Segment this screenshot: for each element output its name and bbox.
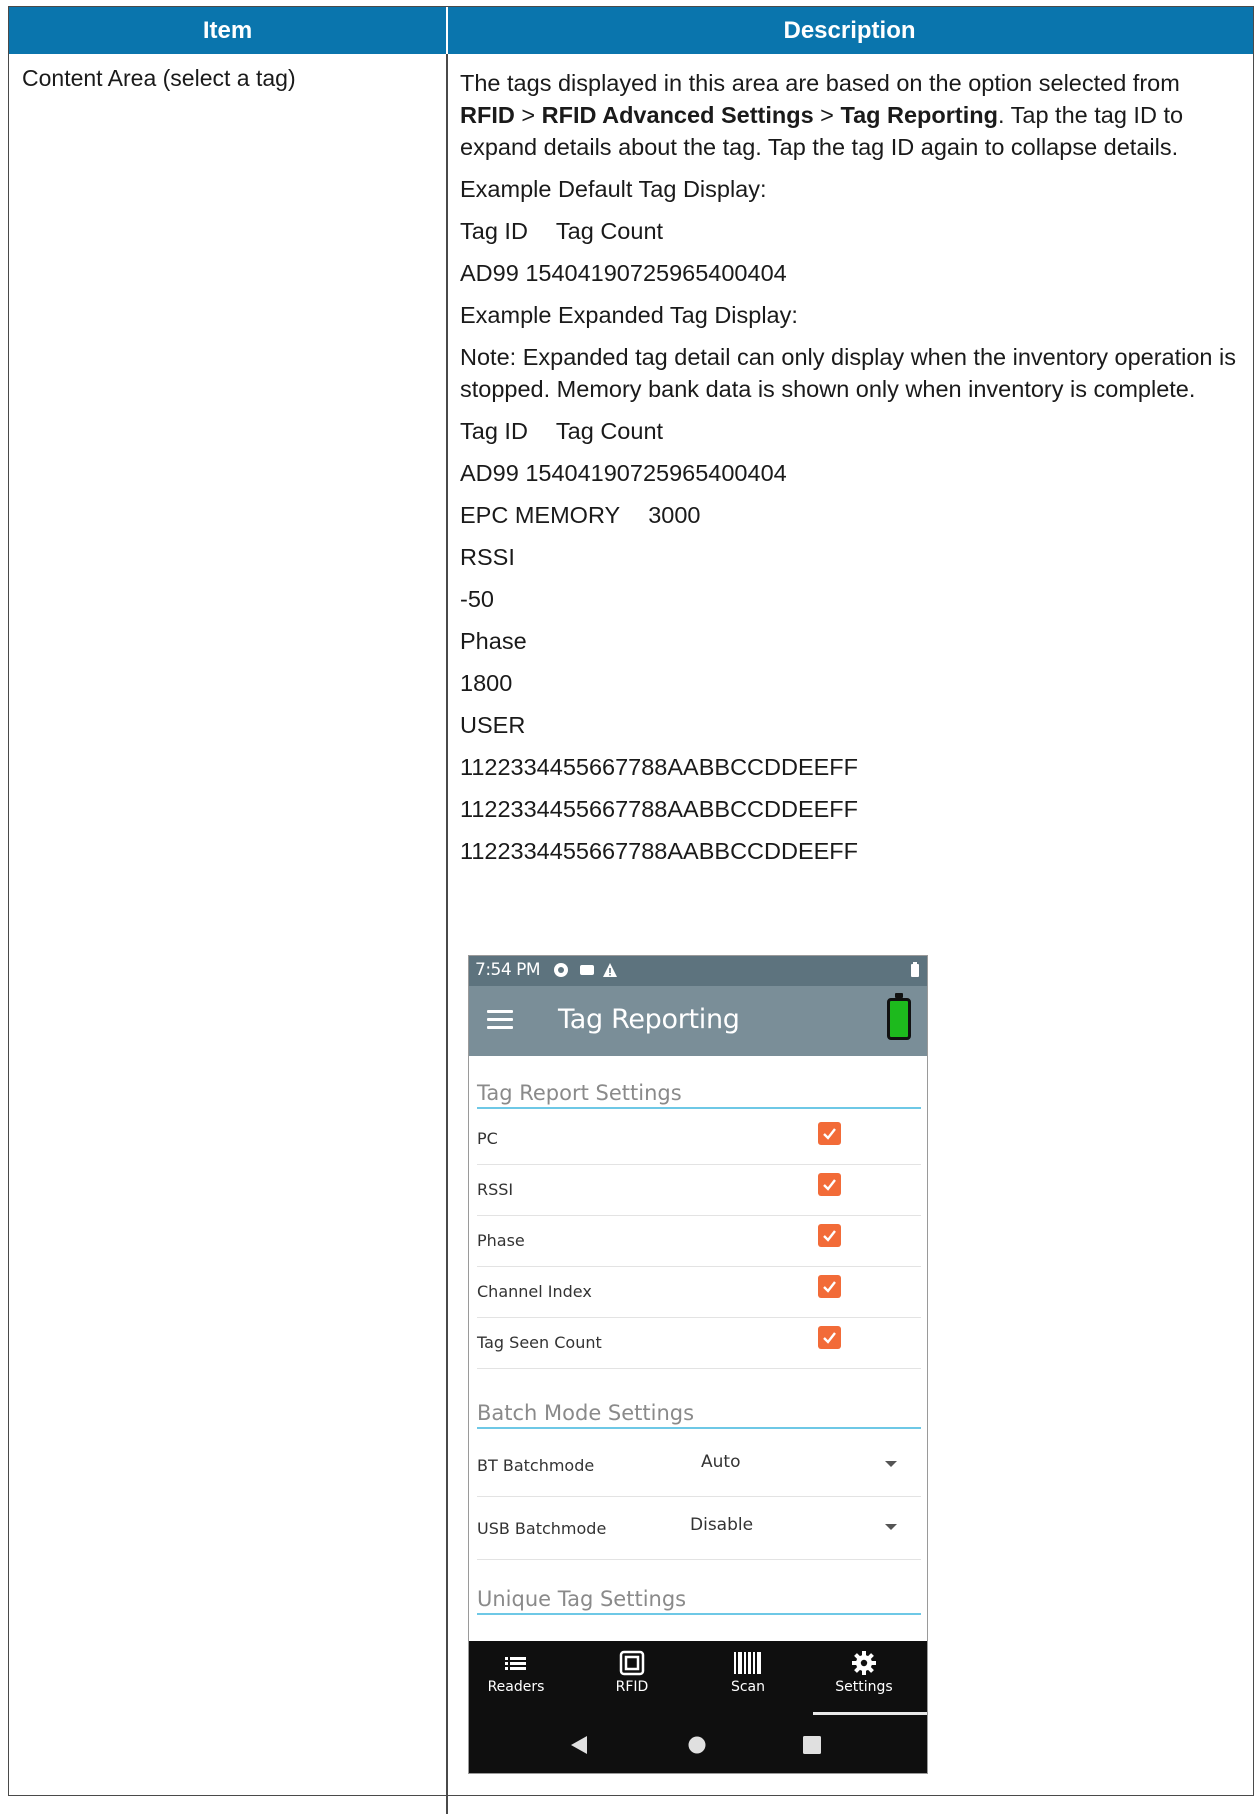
sync-icon	[554, 963, 568, 977]
bottom-navigation: Readers RFID Scan Settings	[469, 1641, 927, 1717]
intro-sep-1: >	[514, 102, 542, 128]
epc-value: 3000	[648, 502, 701, 528]
user-label: USER	[460, 712, 526, 738]
app-title: Tag Reporting	[558, 1004, 740, 1035]
header-item: Item	[202, 17, 253, 44]
back-icon[interactable]	[569, 1735, 589, 1755]
status-bar: 7:54 PM	[469, 956, 927, 986]
default-tag-id-label: Tag ID	[460, 218, 528, 244]
user-line-2: 1122334455667788AABBCCDDEEFF	[460, 796, 859, 822]
item-cell: Content Area (select a tag)	[22, 65, 296, 91]
chevron-down-icon[interactable]	[885, 1524, 897, 1530]
phase-value: 1800	[460, 670, 513, 696]
intro-bold-tag-reporting: Tag Reporting	[840, 102, 998, 128]
rssi-label: RSSI	[460, 544, 515, 570]
section-unique-tag-settings: Unique Tag Settings	[477, 1587, 921, 1615]
phone-screenshot: 7:54 PM Tag Reporting Tag Report Setting…	[468, 955, 928, 1774]
check-icon	[823, 1179, 836, 1191]
nav-label: Scan	[730, 1679, 766, 1695]
epc-line: EPC MEMORY 3000	[460, 499, 1240, 531]
intro-text-1: The tags displayed in this area are base…	[460, 70, 1180, 96]
menu-icon[interactable]	[487, 1010, 513, 1030]
example-default-label: Example Default Tag Display:	[460, 176, 767, 202]
home-icon[interactable]	[688, 1736, 706, 1754]
setting-row-pc[interactable]: PC	[477, 1113, 921, 1165]
setting-row-phase[interactable]: Phase	[477, 1215, 921, 1267]
rssi-value: -50	[460, 586, 494, 612]
setting-row-bt-batchmode[interactable]: BT Batchmode Auto	[477, 1434, 921, 1497]
setting-row-usb-batchmode[interactable]: USB Batchmode Disable	[477, 1497, 921, 1560]
checkbox-checked[interactable]	[818, 1122, 841, 1145]
description-cell: The tags displayed in this area are base…	[460, 67, 1240, 877]
default-header-line: Tag ID Tag Count	[460, 215, 1240, 247]
header-divider	[446, 7, 448, 54]
setting-label: Channel Index	[477, 1282, 592, 1301]
status-battery-icon	[911, 962, 919, 977]
checkbox-checked[interactable]	[818, 1173, 841, 1196]
check-icon	[823, 1230, 836, 1242]
note-paragraph: Note: Expanded tag detail can only displ…	[460, 344, 1236, 402]
recents-icon[interactable]	[803, 1736, 821, 1754]
checkbox-checked[interactable]	[818, 1275, 841, 1298]
nav-label: Settings	[835, 1679, 893, 1695]
message-icon	[580, 965, 594, 975]
default-tag-count-label: Tag Count	[555, 218, 664, 244]
warning-icon	[603, 963, 617, 977]
nav-label: RFID	[615, 1679, 649, 1695]
setting-label: Tag Seen Count	[477, 1333, 602, 1352]
nav-label: Readers	[487, 1679, 545, 1695]
intro-sep-2: >	[813, 102, 841, 128]
header-description: Description	[783, 17, 916, 44]
setting-label: PC	[477, 1129, 498, 1148]
setting-label: Phase	[477, 1231, 525, 1250]
checkbox-checked[interactable]	[818, 1326, 841, 1349]
expanded-tag-id-label: Tag ID	[460, 418, 528, 444]
expanded-tag-count-label: Tag Count	[555, 418, 664, 444]
app-bar: Tag Reporting	[469, 986, 927, 1056]
description-table: Item Description Content Area (select a …	[8, 6, 1254, 1814]
rfid-icon	[619, 1650, 645, 1676]
settings-content: Tag Report Settings PC RSSI Phase Channe…	[469, 1056, 927, 1615]
user-line-1: 1122334455667788AABBCCDDEEFF	[460, 754, 859, 780]
setting-label: RSSI	[477, 1180, 514, 1199]
nav-rfid[interactable]: RFID	[582, 1649, 682, 1695]
check-icon	[823, 1332, 836, 1344]
intro-bold-rfid: RFID	[460, 102, 515, 128]
status-time: 7:54 PM	[475, 960, 541, 980]
gear-icon	[852, 1651, 876, 1675]
barcode-icon	[734, 1652, 761, 1674]
expanded-tag-line: AD99 1540419072596540040​4	[460, 460, 787, 486]
default-tag-line: AD99 1540419072596540040​4	[460, 260, 787, 286]
example-expanded-label: Example Expanded Tag Display:	[460, 302, 798, 328]
list-icon	[505, 1657, 526, 1670]
checkbox-checked[interactable]	[818, 1224, 841, 1247]
expanded-header-line: Tag ID Tag Count	[460, 415, 1240, 447]
nav-active-indicator	[813, 1712, 927, 1715]
nav-readers[interactable]: Readers	[469, 1649, 566, 1695]
intro-bold-advanced: RFID Advanced Settings	[541, 102, 814, 128]
section-tag-report-settings: Tag Report Settings	[477, 1081, 921, 1109]
setting-row-rssi[interactable]: RSSI	[477, 1164, 921, 1216]
epc-label: EPC MEMORY	[460, 502, 621, 528]
column-divider	[446, 54, 448, 1814]
intro-paragraph: The tags displayed in this area are base…	[460, 67, 1240, 163]
section-batch-mode-settings: Batch Mode Settings	[477, 1401, 921, 1429]
battery-icon	[887, 993, 911, 1040]
user-line-3: 1122334455667788AABBCCDDEEFF	[460, 838, 859, 864]
usb-batchmode-select[interactable]: Disable	[690, 1515, 753, 1535]
setting-label: USB Batchmode	[477, 1519, 607, 1538]
setting-row-channel-index[interactable]: Channel Index	[477, 1266, 921, 1318]
setting-row-tag-seen-count[interactable]: Tag Seen Count	[477, 1317, 921, 1369]
chevron-down-icon[interactable]	[885, 1461, 897, 1467]
bt-batchmode-select[interactable]: Auto	[701, 1452, 740, 1472]
check-icon	[823, 1128, 836, 1140]
check-icon	[823, 1281, 836, 1293]
nav-settings[interactable]: Settings	[814, 1649, 914, 1695]
setting-label: BT Batchmode	[477, 1456, 595, 1475]
nav-scan[interactable]: Scan	[698, 1649, 798, 1695]
table-header: Item Description	[9, 7, 1253, 54]
phase-label: Phase	[460, 628, 527, 654]
system-nav-bar	[469, 1717, 927, 1773]
